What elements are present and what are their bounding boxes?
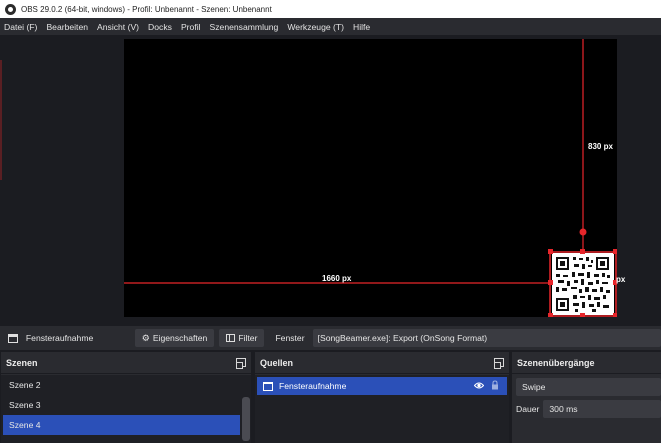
scene-label: Szene 4 <box>9 420 41 430</box>
menu-bar: Datei (F) Bearbeiten Ansicht (V) Docks P… <box>0 18 661 35</box>
window-label: Fenster <box>275 333 305 343</box>
scenes-scrollbar[interactable] <box>242 397 250 441</box>
duration-row: Dauer 300 ms <box>512 400 661 418</box>
lock-icon[interactable] <box>491 380 499 390</box>
transitions-dock: Szenenübergänge Swipe Dauer 300 ms <box>512 352 661 443</box>
sources-dock-header: Quellen <box>255 352 509 374</box>
scenes-dock-header: Szenen <box>1 352 251 374</box>
sources-dock: Quellen Fensteraufnahme <box>255 352 509 443</box>
obs-logo-icon <box>5 3 16 15</box>
title-bar: OBS 29.0.2 (64-bit, windows) - Profil: U… <box>0 0 661 18</box>
sources-list: Fensteraufnahme <box>255 375 509 443</box>
source-label: Fensteraufnahme <box>279 381 347 391</box>
filter-button[interactable]: Filter <box>219 329 265 347</box>
scenes-dock: Szenen Szene 2 Szene 3 Szene 4 <box>1 352 251 443</box>
source-toolbar: Fensteraufnahme ⚙ Eigenschaften Filter F… <box>0 326 661 350</box>
window-title: OBS 29.0.2 (64-bit, windows) - Profil: U… <box>21 4 272 14</box>
transition-select-value: Swipe <box>522 382 546 392</box>
sources-title: Quellen <box>260 357 294 368</box>
selected-source-name: Fensteraufnahme <box>25 333 94 343</box>
gear-icon: ⚙ <box>141 332 150 343</box>
scenes-list: Szene 2 Szene 3 Szene 4 <box>1 375 251 443</box>
transitions-body: Swipe Dauer 300 ms <box>512 375 661 443</box>
undock-icon[interactable] <box>236 358 246 369</box>
preview-left-edge <box>0 60 2 180</box>
scene-item-selected[interactable]: Szene 4 <box>3 415 240 435</box>
preview-canvas[interactable] <box>124 39 617 317</box>
duration-value: 300 ms <box>549 404 578 414</box>
transitions-dock-header: Szenenübergänge <box>512 352 661 374</box>
scene-item[interactable]: Szene 2 <box>1 375 240 395</box>
transition-select[interactable]: Swipe <box>516 378 661 396</box>
height-measurement-label: 830 px <box>588 142 613 151</box>
scene-label: Szene 3 <box>9 400 41 410</box>
properties-button[interactable]: ⚙ Eigenschaften <box>134 329 215 347</box>
scene-item[interactable]: Szene 3 <box>1 395 240 415</box>
undock-icon[interactable] <box>494 358 504 369</box>
source-item-selected[interactable]: Fensteraufnahme <box>257 377 507 395</box>
filter-icon <box>226 334 236 342</box>
transitions-title: Szenenübergänge <box>517 357 595 368</box>
window-capture-icon <box>8 333 18 343</box>
window-select-value: [SongBeamer.exe]: Export (OnSong Format) <box>317 333 488 343</box>
scene-label: Szene 2 <box>9 380 41 390</box>
menu-profil[interactable]: Profil <box>181 22 201 32</box>
menu-ansicht[interactable]: Ansicht (V) <box>97 22 139 32</box>
window-capture-icon <box>263 381 273 391</box>
duration-input[interactable]: 300 ms <box>543 400 661 418</box>
menu-docks[interactable]: Docks <box>148 22 172 32</box>
menu-bearbeiten[interactable]: Bearbeiten <box>46 22 88 32</box>
qr-code-source[interactable] <box>549 251 617 317</box>
window-select[interactable]: [SongBeamer.exe]: Export (OnSong Format) <box>312 329 661 347</box>
menu-datei[interactable]: Datei (F) <box>4 22 37 32</box>
menu-hilfe[interactable]: Hilfe <box>353 22 370 32</box>
width-measurement-label: 1660 px <box>322 274 352 283</box>
duration-label: Dauer <box>516 404 540 414</box>
properties-label: Eigenschaften <box>152 333 208 343</box>
filter-label: Filter <box>238 333 258 343</box>
menu-szenensammlung[interactable]: Szenensammlung <box>210 22 279 32</box>
preview-overlay <box>124 39 617 317</box>
edge-measurement-label: px <box>616 275 626 284</box>
scenes-title: Szenen <box>6 357 38 368</box>
menu-werkzeuge[interactable]: Werkzeuge (T) <box>287 22 344 32</box>
eye-icon[interactable] <box>474 381 484 390</box>
